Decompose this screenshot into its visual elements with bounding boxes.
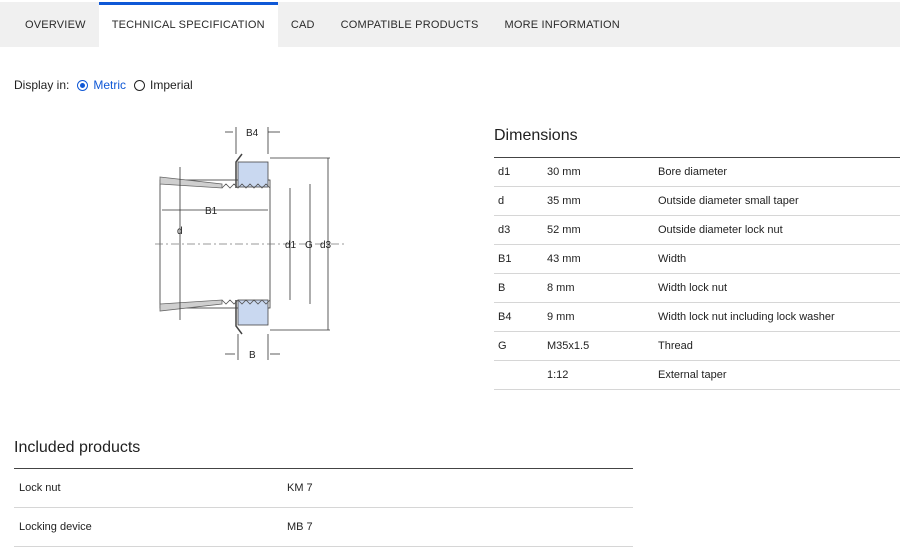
dim-description: Outside diameter lock nut — [658, 215, 900, 245]
table-row: B1 43 mm Width — [494, 244, 900, 274]
table-row: Locking device MB 7 — [14, 507, 633, 547]
table-row: d 35 mm Outside diameter small taper — [494, 186, 900, 216]
unit-selector: Display in: Metric Imperial — [14, 78, 201, 92]
table-row: B4 9 mm Width lock nut including lock wa… — [494, 302, 900, 332]
tab-bar: OVERVIEW TECHNICAL SPECIFICATION CAD COM… — [0, 2, 900, 47]
dim-description: Bore diameter — [658, 157, 900, 187]
dimensions-table: d1 30 mm Bore diameter d 35 mm Outside d… — [494, 157, 900, 390]
dim-value: 52 mm — [547, 215, 658, 245]
imperial-label: Imperial — [150, 78, 193, 92]
table-row: 1:12 External taper — [494, 360, 900, 390]
dim-symbol — [494, 360, 547, 390]
dim-value: 8 mm — [547, 273, 658, 303]
dimensions-title: Dimensions — [494, 127, 578, 144]
metric-label: Metric — [93, 78, 127, 92]
label-b: B — [249, 350, 256, 361]
included-products-title: Included products — [14, 439, 141, 456]
dim-description: Thread — [658, 331, 900, 361]
label-d3: d3 — [320, 240, 332, 251]
dim-value: 1:12 — [547, 360, 658, 390]
label-d: d — [177, 226, 183, 237]
dim-symbol: G — [494, 331, 547, 361]
tab-overview[interactable]: OVERVIEW — [0, 2, 99, 47]
included-name: Locking device — [14, 507, 287, 547]
dim-description: Outside diameter small taper — [658, 186, 900, 216]
included-products-table: Lock nut KM 7 Locking device MB 7 — [14, 468, 633, 547]
dim-description: External taper — [658, 360, 900, 390]
dim-value: 30 mm — [547, 157, 658, 187]
adapter-sleeve-drawing: B4 B1 d d1 G d3 B — [155, 127, 345, 361]
table-row: G M35x1.5 Thread — [494, 331, 900, 361]
metric-radio[interactable] — [77, 79, 89, 91]
dim-symbol: d — [494, 186, 547, 216]
tab-compatible-products[interactable]: COMPATIBLE PRODUCTS — [328, 2, 492, 47]
label-b4: B4 — [246, 128, 259, 139]
table-row: Lock nut KM 7 — [14, 468, 633, 508]
metric-option[interactable]: Metric — [77, 78, 126, 92]
table-row: B 8 mm Width lock nut — [494, 273, 900, 303]
dim-symbol: B1 — [494, 244, 547, 274]
table-row: d3 52 mm Outside diameter lock nut — [494, 215, 900, 245]
label-b1: B1 — [205, 206, 218, 217]
dim-description: Width — [658, 244, 900, 274]
imperial-radio[interactable] — [134, 79, 146, 91]
dim-value: 35 mm — [547, 186, 658, 216]
dim-value: M35x1.5 — [547, 331, 658, 361]
label-g: G — [305, 240, 313, 251]
display-in-label: Display in: — [14, 78, 70, 92]
label-d1: d1 — [285, 240, 297, 251]
included-value: KM 7 — [287, 468, 633, 508]
tab-cad[interactable]: CAD — [278, 2, 328, 47]
included-name: Lock nut — [14, 468, 287, 508]
tab-more-information[interactable]: MORE INFORMATION — [492, 2, 633, 47]
included-value: MB 7 — [287, 507, 633, 547]
dim-symbol: d3 — [494, 215, 547, 245]
dim-symbol: d1 — [494, 157, 547, 187]
imperial-option[interactable]: Imperial — [134, 78, 193, 92]
dim-value: 9 mm — [547, 302, 658, 332]
dim-description: Width lock nut — [658, 273, 900, 303]
dim-value: 43 mm — [547, 244, 658, 274]
dim-symbol: B4 — [494, 302, 547, 332]
table-row: d1 30 mm Bore diameter — [494, 157, 900, 187]
tab-technical-specification[interactable]: TECHNICAL SPECIFICATION — [98, 2, 278, 47]
dim-symbol: B — [494, 273, 547, 303]
dim-description: Width lock nut including lock washer — [658, 302, 900, 332]
